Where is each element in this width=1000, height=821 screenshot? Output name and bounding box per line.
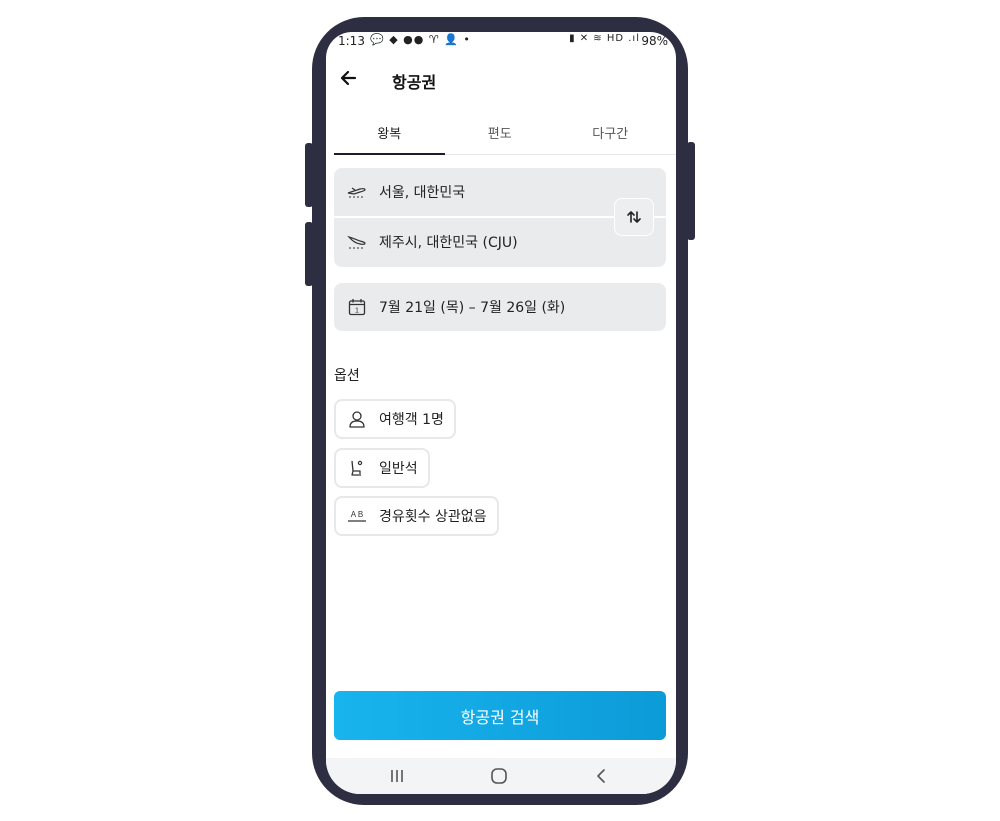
route-selector: 서울, 대한민국 제주시, 대한민국 (CJU) <box>334 168 666 267</box>
person-icon <box>345 410 369 428</box>
phone-bixby-button <box>305 222 313 286</box>
origin-label: 서울, 대한민국 <box>379 185 466 201</box>
calendar-icon: 1 <box>345 298 369 316</box>
nav-back-icon <box>597 769 605 783</box>
seat-icon <box>345 459 369 477</box>
app-bar: 항공권 <box>326 60 676 100</box>
home-icon <box>491 768 507 784</box>
search-flights-button[interactable]: 항공권 검색 <box>334 691 666 740</box>
date-range-label: 7월 21일 (목) – 7월 26일 (화) <box>379 300 566 316</box>
phone-power-button <box>687 142 695 240</box>
destination-label: 제주시, 대한민국 (CJU) <box>379 235 518 251</box>
nav-back-button[interactable] <box>586 764 616 788</box>
tab-one-way[interactable]: 편도 <box>445 112 556 154</box>
stops-label: 경유횟수 상관없음 <box>379 509 487 525</box>
recent-apps-button[interactable] <box>382 764 412 788</box>
back-button[interactable] <box>334 64 362 92</box>
cabin-class-button[interactable]: 일반석 <box>334 448 430 488</box>
recent-apps-icon <box>391 770 403 782</box>
notification-icons: 💬 ◆ ●● ♈ 👤 • <box>370 33 471 46</box>
origin-field[interactable]: 서울, 대한민국 <box>334 168 614 216</box>
android-nav-bar <box>326 758 676 794</box>
swap-arrows-icon <box>627 211 641 223</box>
cabin-class-label: 일반석 <box>379 461 418 477</box>
phone-screen: 1:13 💬 ◆ ●● ♈ 👤 • ▮ ✕ ≋ HD .ıl 98% 항공권 왕… <box>326 32 676 794</box>
battery-level: 98% <box>641 34 668 48</box>
tab-round-trip[interactable]: 왕복 <box>334 112 445 155</box>
options-heading: 옵션 <box>334 368 360 384</box>
travelers-label: 여행객 1명 <box>379 412 444 428</box>
phone-volume-button <box>305 143 313 207</box>
status-bar: 1:13 💬 ◆ ●● ♈ 👤 • ▮ ✕ ≋ HD .ıl 98% <box>326 32 676 52</box>
trip-type-tabs: 왕복 편도 다구간 <box>334 112 676 155</box>
stops-button[interactable]: A B 경유횟수 상관없음 <box>334 496 499 536</box>
svg-text:1: 1 <box>355 306 359 315</box>
home-button[interactable] <box>484 764 514 788</box>
takeoff-icon <box>345 184 369 200</box>
travelers-button[interactable]: 여행객 1명 <box>334 399 456 439</box>
date-field[interactable]: 1 7월 21일 (목) – 7월 26일 (화) <box>334 283 666 331</box>
svg-text:A B: A B <box>351 510 363 519</box>
swap-route-button[interactable] <box>614 198 654 236</box>
landing-icon <box>345 234 369 250</box>
back-arrow-icon <box>340 70 357 86</box>
tab-multi-city[interactable]: 다구간 <box>555 112 666 154</box>
status-time: 1:13 <box>338 34 365 48</box>
system-status-icons: ▮ ✕ ≋ HD .ıl <box>569 33 640 44</box>
page-title: 항공권 <box>392 73 437 92</box>
stops-icon: A B <box>345 508 369 524</box>
destination-field[interactable]: 제주시, 대한민국 (CJU) <box>334 218 614 266</box>
